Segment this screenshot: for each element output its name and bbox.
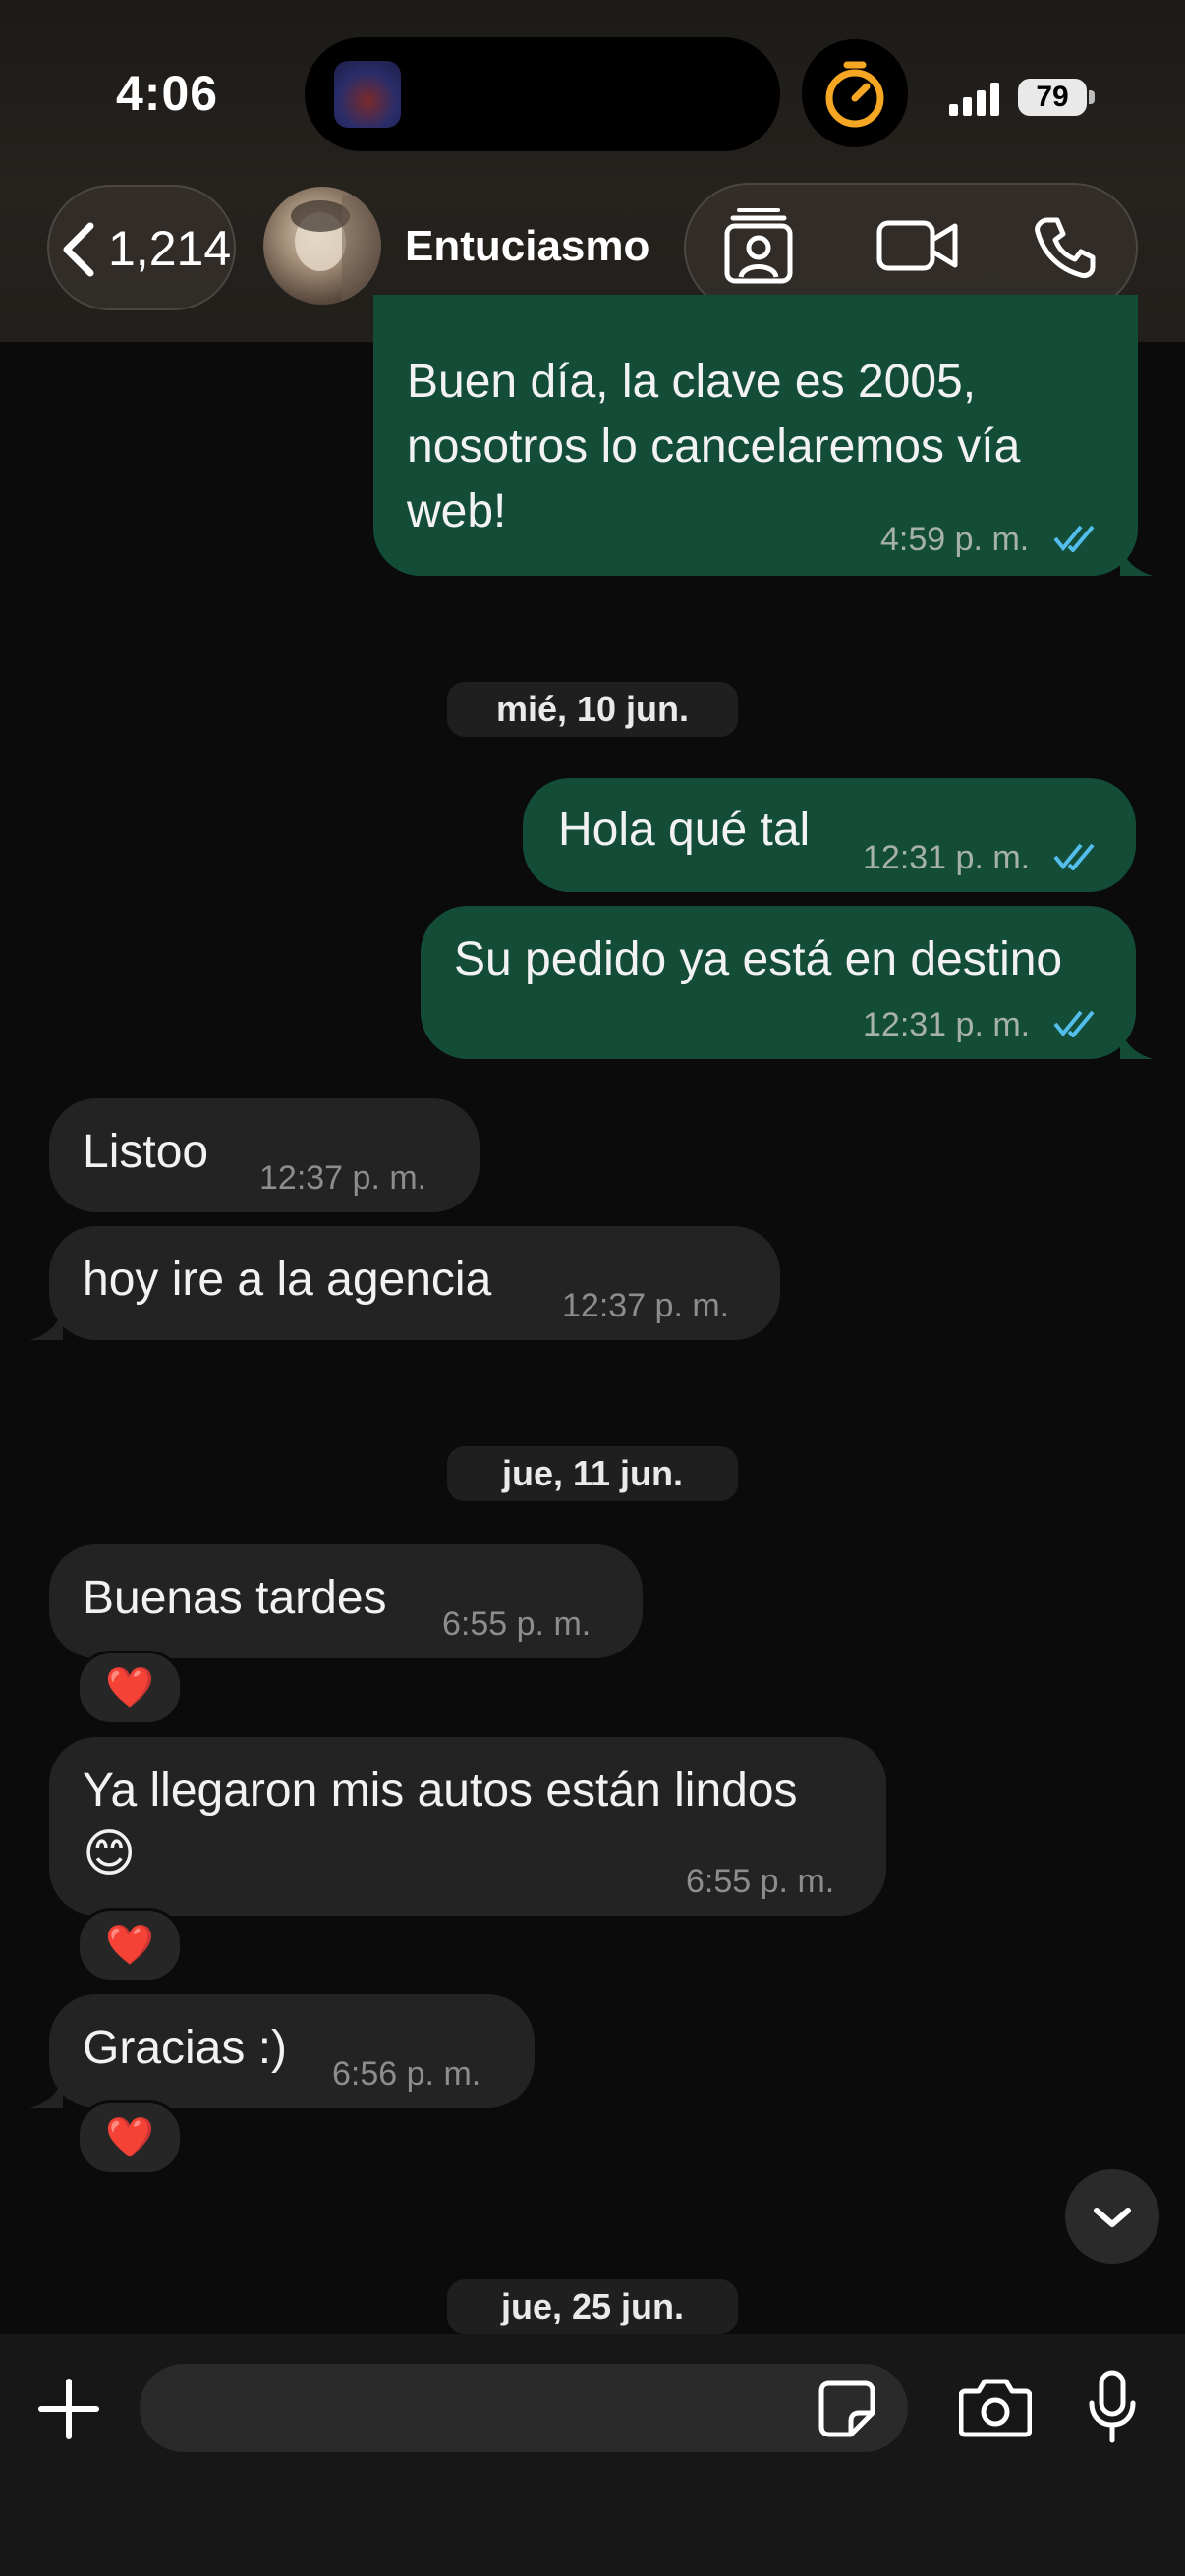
read-ticks-icon (1053, 525, 1095, 552)
microphone-icon[interactable] (1087, 2370, 1138, 2444)
read-ticks-icon (1053, 1010, 1095, 1037)
contact-name[interactable]: Entuciasmo (405, 222, 649, 271)
read-ticks-icon (1053, 843, 1095, 870)
smile-emoji: 😊 (83, 1825, 137, 1882)
message-text: Hola qué tal (558, 804, 811, 856)
date-separator: jue, 25 jun. (447, 2279, 738, 2334)
scroll-to-bottom-button[interactable] (1065, 2169, 1159, 2264)
message-text: Listoo (83, 1126, 209, 1178)
message-input[interactable] (140, 2364, 908, 2452)
signal-icon (949, 83, 999, 116)
battery-nub (1089, 90, 1095, 104)
video-call-icon[interactable] (876, 218, 959, 273)
reaction-badge[interactable]: ❤️ (77, 1651, 183, 1725)
message-text: Gracias :) (83, 2022, 288, 2074)
timer-live-activity[interactable] (802, 39, 908, 147)
message-time: 12:31 p. m. (863, 839, 1031, 876)
now-playing-artwork[interactable] (334, 61, 401, 128)
heart-reaction-icon: ❤️ (105, 1924, 154, 1967)
message-time: 6:55 p. m. (442, 1605, 592, 1643)
message-text: Su pedido ya está en destino (454, 933, 1063, 985)
avatar[interactable] (263, 187, 381, 305)
message-time: 6:56 p. m. (332, 2055, 481, 2093)
message-time: 6:55 p. m. (686, 1863, 835, 1900)
bubble-tail (29, 1311, 63, 1340)
contact-card-icon[interactable] (723, 208, 794, 285)
sticker-icon[interactable] (818, 2380, 876, 2438)
reaction-badge[interactable]: ❤️ (77, 1908, 183, 1983)
unread-count: 1,214 (108, 221, 232, 276)
bubble-tail (1120, 1030, 1154, 1059)
message-text: Buen día, la clave es 2005, (407, 356, 977, 408)
message-time: 12:37 p. m. (259, 1159, 427, 1197)
back-chevron-icon (63, 222, 94, 277)
message-text: web! (407, 485, 507, 537)
battery-indicator: 79 (1018, 79, 1087, 116)
heart-reaction-icon: ❤️ (105, 2116, 154, 2159)
timer-icon (825, 61, 884, 128)
date-separator: jue, 11 jun. (447, 1446, 738, 1501)
message-time: 12:31 p. m. (863, 1006, 1031, 1043)
plus-icon[interactable] (37, 2378, 100, 2440)
phone-icon[interactable] (1034, 216, 1097, 279)
status-time: 4:06 (116, 66, 219, 121)
camera-icon[interactable] (959, 2376, 1032, 2438)
message-text: hoy ire a la agencia (83, 1254, 492, 1306)
message-time: 12:37 p. m. (562, 1287, 730, 1324)
bubble-tail (29, 2079, 63, 2108)
reaction-badge[interactable]: ❤️ (77, 2100, 183, 2175)
message-text: Ya llegaron mis autos están lindos (83, 1764, 798, 1817)
message-time: 4:59 p. m. (880, 521, 1030, 558)
message-text: nosotros lo cancelaremos vía (407, 420, 1021, 473)
date-separator: mié, 10 jun. (447, 682, 738, 737)
chevron-down-icon (1094, 2208, 1131, 2227)
message-text: Buenas tardes (83, 1572, 387, 1624)
bubble-tail (1120, 546, 1154, 576)
heart-reaction-icon: ❤️ (105, 1666, 154, 1709)
